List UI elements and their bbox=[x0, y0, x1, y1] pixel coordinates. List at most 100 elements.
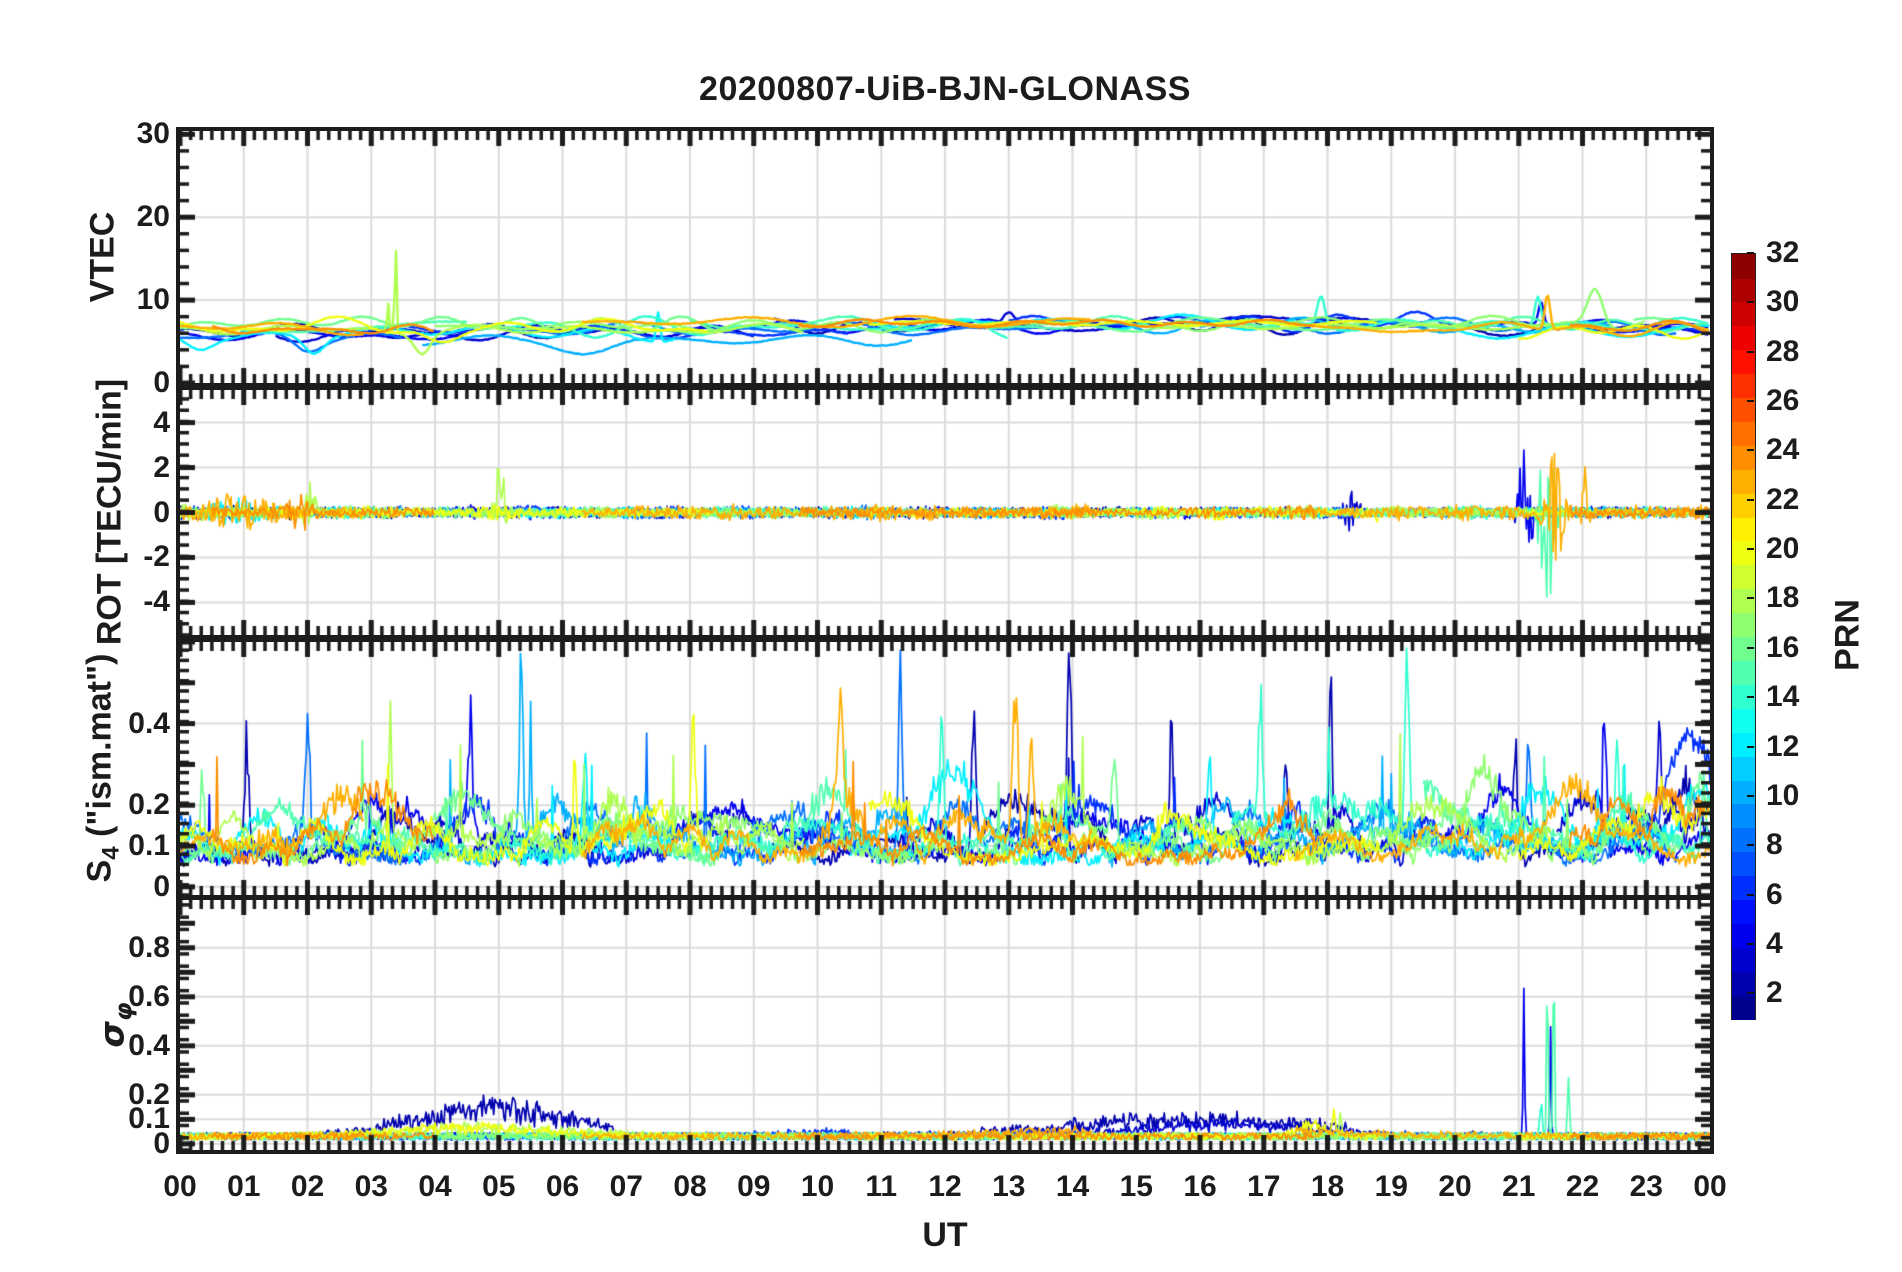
colorbar-tick-label-8: 8 bbox=[1766, 828, 1783, 862]
colorbar-segment-12 bbox=[1732, 732, 1755, 757]
colorbar-tick-label-14: 14 bbox=[1766, 680, 1800, 714]
colorbar-tick-mark-14 bbox=[1747, 696, 1754, 699]
colorbar-tick-mark-16 bbox=[1747, 646, 1754, 649]
colorbar-segment-21 bbox=[1732, 516, 1755, 542]
colorbar-tick-label-12: 12 bbox=[1766, 729, 1800, 763]
colorbar-segment-6 bbox=[1732, 875, 1755, 901]
y-tick-label-sigma-0.8: 0.8 bbox=[128, 930, 170, 964]
colorbar-tick-label-28: 28 bbox=[1766, 334, 1800, 368]
colorbar-tick-label-20: 20 bbox=[1766, 532, 1800, 566]
x-tick-label-18: 18 bbox=[1310, 1170, 1345, 1203]
colorbar-tick-label-24: 24 bbox=[1766, 433, 1800, 467]
colorbar-segment-22 bbox=[1732, 493, 1755, 518]
colorbar-tick-label-2: 2 bbox=[1766, 976, 1783, 1010]
panel-vtec bbox=[176, 127, 1714, 387]
x-tick-label-23: 23 bbox=[1629, 1170, 1663, 1203]
y-tick-label-sigma-0.2: 0.2 bbox=[128, 1077, 170, 1111]
colorbar-segment-13 bbox=[1732, 708, 1755, 733]
y-tick-label-vtec-0: 0 bbox=[153, 366, 170, 399]
colorbar-tick-mark-4 bbox=[1747, 942, 1754, 945]
x-tick-label-24: 00 bbox=[1693, 1170, 1727, 1203]
colorbar-label-prn-text: PRN bbox=[1828, 599, 1867, 671]
colorbar-tick-mark-8 bbox=[1747, 844, 1754, 847]
colorbar-segment-25 bbox=[1732, 421, 1755, 446]
x-tick-label-0: 00 bbox=[163, 1170, 197, 1203]
x-tick-label-21: 21 bbox=[1502, 1170, 1536, 1203]
colorbar bbox=[1731, 253, 1756, 1020]
y-tick-label-rot--4: -4 bbox=[143, 585, 170, 619]
colorbar-tick-mark-6 bbox=[1747, 893, 1754, 896]
colorbar-tick-label-26: 26 bbox=[1766, 384, 1800, 418]
x-tick-label-19: 19 bbox=[1374, 1170, 1408, 1203]
x-tick-label-9: 09 bbox=[737, 1170, 771, 1203]
x-tick-label-22: 22 bbox=[1565, 1170, 1600, 1203]
colorbar-tick-mark-2 bbox=[1747, 992, 1754, 995]
panel-s4 bbox=[176, 638, 1714, 899]
colorbar-segment-20 bbox=[1732, 540, 1755, 566]
panel-rot-plot-canvas bbox=[180, 390, 1710, 635]
colorbar-segment-29 bbox=[1732, 325, 1755, 351]
chart-title: 20200807-UiB-BJN-GLONASS bbox=[699, 70, 1191, 108]
x-axis-label: UT bbox=[922, 1216, 968, 1254]
colorbar-segment-5 bbox=[1732, 899, 1755, 924]
panel-vtec-plot-canvas bbox=[180, 131, 1710, 383]
colorbar-tick-mark-18 bbox=[1747, 597, 1754, 600]
panel-sigma bbox=[176, 896, 1714, 1154]
x-tick-label-10: 10 bbox=[800, 1170, 835, 1203]
colorbar-tick-label-16: 16 bbox=[1766, 630, 1800, 664]
y-tick-label-sigma-0.4: 0.4 bbox=[128, 1028, 170, 1062]
colorbar-segment-17 bbox=[1732, 612, 1755, 638]
x-tick-label-8: 08 bbox=[673, 1170, 707, 1203]
y-tick-label-rot-2: 2 bbox=[153, 450, 170, 484]
colorbar-tick-label-6: 6 bbox=[1766, 877, 1783, 911]
y-tick-label-rot-0: 0 bbox=[153, 495, 170, 529]
y-tick-label-rot--2: -2 bbox=[143, 540, 170, 574]
colorbar-tick-mark-26 bbox=[1747, 400, 1754, 403]
colorbar-segment-8 bbox=[1732, 827, 1755, 853]
y-tick-label-vtec-10: 10 bbox=[136, 283, 170, 317]
x-tick-label-17: 17 bbox=[1247, 1170, 1281, 1203]
x-tick-label-4: 04 bbox=[418, 1170, 452, 1203]
figure: 20200807-UiB-BJN-GLONASS VTEC ROT [TECU/… bbox=[0, 0, 1902, 1272]
colorbar-segment-7 bbox=[1732, 851, 1755, 877]
colorbar-tick-mark-10 bbox=[1747, 794, 1754, 797]
x-tick-label-6: 06 bbox=[545, 1170, 580, 1203]
colorbar-tick-label-18: 18 bbox=[1766, 581, 1800, 615]
colorbar-segment-11 bbox=[1732, 756, 1755, 781]
colorbar-segment-18 bbox=[1732, 588, 1755, 614]
panel-sigma-plot-canvas bbox=[180, 900, 1710, 1150]
colorbar-tick-mark-20 bbox=[1747, 548, 1754, 551]
colorbar-label-prn: PRN bbox=[1829, 599, 1868, 671]
colorbar-segment-28 bbox=[1732, 349, 1755, 375]
colorbar-segment-32 bbox=[1732, 254, 1755, 279]
colorbar-segment-30 bbox=[1732, 301, 1755, 327]
colorbar-tick-mark-28 bbox=[1747, 350, 1754, 353]
colorbar-tick-label-10: 10 bbox=[1766, 778, 1800, 812]
colorbar-segment-27 bbox=[1732, 373, 1755, 399]
colorbar-segment-9 bbox=[1732, 803, 1755, 829]
x-tick-label-3: 03 bbox=[354, 1170, 388, 1203]
colorbar-segment-23 bbox=[1732, 469, 1755, 494]
x-tick-label-1: 01 bbox=[227, 1170, 261, 1203]
y-tick-label-s4-0.2: 0.2 bbox=[128, 788, 170, 822]
colorbar-tick-mark-24 bbox=[1747, 449, 1754, 452]
colorbar-tick-mark-22 bbox=[1747, 498, 1754, 501]
panel-s4-plot-canvas bbox=[180, 642, 1710, 895]
x-tick-label-16: 16 bbox=[1183, 1170, 1217, 1203]
colorbar-segment-19 bbox=[1732, 564, 1755, 590]
y-tick-label-s4-0.4: 0.4 bbox=[128, 706, 170, 740]
y-tick-label-vtec-30: 30 bbox=[136, 117, 170, 151]
y-tick-label-s4-0.1: 0.1 bbox=[128, 829, 170, 863]
colorbar-segment-31 bbox=[1732, 277, 1755, 303]
colorbar-segment-15 bbox=[1732, 660, 1755, 685]
x-tick-label-15: 15 bbox=[1119, 1170, 1153, 1203]
x-tick-label-5: 05 bbox=[482, 1170, 516, 1203]
x-tick-label-20: 20 bbox=[1438, 1170, 1472, 1203]
colorbar-tick-label-22: 22 bbox=[1766, 482, 1800, 516]
colorbar-tick-label-4: 4 bbox=[1766, 926, 1783, 960]
colorbar-tick-mark-12 bbox=[1747, 745, 1754, 748]
y-tick-label-rot-4: 4 bbox=[153, 405, 170, 439]
colorbar-segment-10 bbox=[1732, 779, 1755, 805]
colorbar-segment-3 bbox=[1732, 947, 1755, 972]
colorbar-segment-1 bbox=[1732, 995, 1755, 1020]
